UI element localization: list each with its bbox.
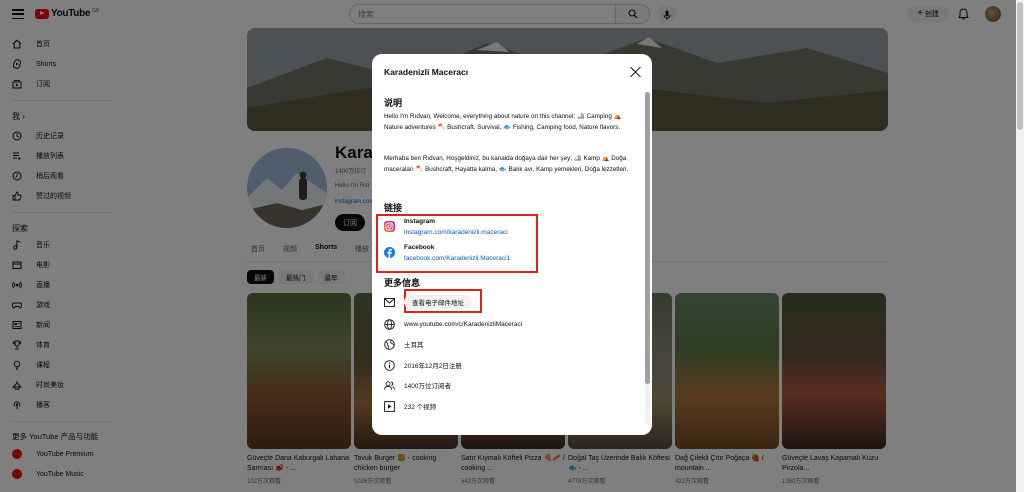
- links-header: 链接: [384, 203, 403, 213]
- more-info-header: 更多信息: [384, 278, 421, 288]
- people-icon: [384, 380, 395, 391]
- description-header: 说明: [384, 98, 403, 108]
- globe-icon: [384, 318, 395, 330]
- dialog-scrollbar[interactable]: [645, 92, 650, 424]
- link-url[interactable]: instagram.com/karadenizli.maceraci: [404, 229, 508, 236]
- info-subscribers: 1400万位订阅者: [384, 378, 451, 392]
- facebook-icon: [384, 247, 395, 258]
- joined-text: 2016年12月2日注册: [404, 363, 462, 370]
- info-icon: [384, 359, 395, 371]
- close-icon[interactable]: [630, 66, 642, 78]
- instagram-icon: [384, 221, 395, 232]
- info-channel-url: www.youtube.com/c/KaradenizliMaceraci: [384, 317, 522, 331]
- description-english: Hello I'm Rıdvan, Welcome, everything ab…: [384, 113, 622, 131]
- country-text: 土耳其: [404, 342, 424, 349]
- subscribers-text: 1400万位订阅者: [404, 383, 451, 390]
- info-country: 土耳其: [384, 337, 424, 351]
- video-icon: [384, 400, 395, 412]
- link-instagram[interactable]: Instagram instagram.com/karadenizli.mace…: [384, 218, 508, 236]
- channel-about-dialog: Karadenizli Maceracı 说明 Hello I'm Rıdvan…: [372, 54, 652, 435]
- channel-url-text[interactable]: www.youtube.com/c/KaradenizliMaceraci: [404, 321, 522, 328]
- mail-icon: [384, 297, 395, 308]
- videos-text: 232 个视频: [404, 404, 437, 411]
- link-facebook[interactable]: Facebook facebook.com/Karadenizli.Macera…: [384, 244, 510, 262]
- link-name: Facebook: [404, 244, 435, 251]
- info-joined: 2016年12月2日注册: [384, 358, 462, 372]
- description-turkish: Merhaba ben Rıdvan, Hoşgeldiniz, bu kana…: [384, 155, 629, 173]
- link-name: Instagram: [404, 218, 436, 225]
- dialog-title: Karadenizli Maceracı: [384, 67, 469, 77]
- globe-icon: [384, 338, 395, 350]
- page-scrollbar-thumb[interactable]: [1017, 2, 1023, 130]
- dialog-scrollbar-thumb[interactable]: [645, 92, 650, 384]
- info-videos: 232 个视频: [384, 399, 436, 413]
- view-email-button[interactable]: 查看电子邮件地址: [404, 295, 472, 309]
- page-scrollbar[interactable]: [1016, 0, 1024, 492]
- info-email: 查看电子邮件地址: [384, 295, 472, 309]
- link-url[interactable]: facebook.com/Karadenizli.Maceraci1: [404, 255, 510, 262]
